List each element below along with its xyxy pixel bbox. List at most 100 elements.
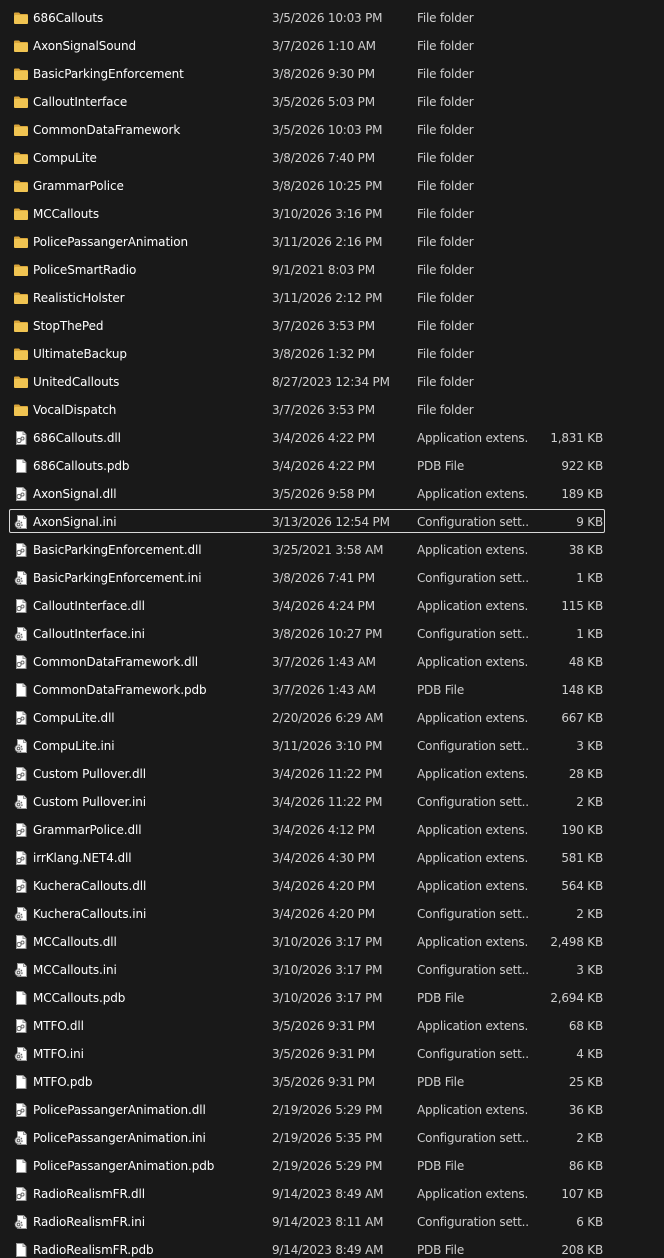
file-date-modified: 3/8/2026 10:27 PM [272, 627, 383, 641]
file-type: Application extens... [417, 543, 529, 557]
file-row-686callouts-pdb[interactable]: 686Callouts.pdb 3/4/2026 4:22 PM PDB File 9… [0, 452, 664, 480]
file-size: 564 KB [561, 879, 603, 893]
file-row-policepassangeranimation[interactable]: PolicePassangerAnimation 3/11/2026 2:16 P… [0, 228, 664, 256]
file-name: AxonSignal.dll [33, 487, 117, 501]
file-name: MCCallouts.pdb [33, 991, 126, 1005]
file-type: Configuration sett... [417, 515, 529, 529]
file-row-kucheracallouts-ini[interactable]: KucheraCallouts.ini 3/4/2026 4:20 PM Confi… [0, 900, 664, 928]
folder-icon [13, 94, 29, 110]
file-row-axonsignalsound[interactable]: AxonSignalSound 3/7/2026 1:10 AM File fold… [0, 32, 664, 60]
file-row-commondataframework-pdb[interactable]: CommonDataFramework.pdb 3/7/2026 1:43 AM P… [0, 676, 664, 704]
blank-file-icon [13, 458, 29, 474]
file-row-686callouts-dll[interactable]: 686Callouts.dll 3/4/2026 4:22 PM Applicati… [0, 424, 664, 452]
file-row-calloutinterface-ini[interactable]: CalloutInterface.ini 3/8/2026 10:27 PM Con… [0, 620, 664, 648]
file-date-modified: 3/4/2026 4:12 PM [272, 823, 375, 837]
file-name: BasicParkingEnforcement [33, 67, 184, 81]
file-date-modified: 9/14/2023 8:49 AM [272, 1187, 384, 1201]
file-row-calloutinterface[interactable]: CalloutInterface 3/5/2026 5:03 PM File fol… [0, 88, 664, 116]
file-row-radiorealismfr-ini[interactable]: RadioRealismFR.ini 9/14/2023 8:11 AM Confi… [0, 1208, 664, 1236]
file-name: CommonDataFramework.dll [33, 655, 198, 669]
file-row-custom-pullover-ini[interactable]: Custom Pullover.ini 3/4/2026 11:22 PM Conf… [0, 788, 664, 816]
file-type: Application extens... [417, 1019, 529, 1033]
file-row-686callouts[interactable]: 686Callouts 3/5/2026 10:03 PM File folder [0, 4, 664, 32]
file-row-calloutinterface-dll[interactable]: CalloutInterface.dll 3/4/2026 4:24 PM Appl… [0, 592, 664, 620]
dll-file-icon [13, 654, 29, 670]
file-size: 1 KB [576, 571, 603, 585]
file-row-vocaldispatch[interactable]: VocalDispatch 3/7/2026 3:53 PM File folder [0, 396, 664, 424]
folder-icon [13, 374, 29, 390]
file-row-radiorealismfr-dll[interactable]: RadioRealismFR.dll 9/14/2023 8:49 AM Appli… [0, 1180, 664, 1208]
file-name: CompuLite [33, 151, 97, 165]
file-row-commondataframework-dll[interactable]: CommonDataFramework.dll 3/7/2026 1:43 AM A… [0, 648, 664, 676]
config-file-icon [13, 570, 29, 586]
file-type: File folder [417, 39, 474, 53]
file-row-basicparkingenforcement-dll[interactable]: BasicParkingEnforcement.dll 3/25/2021 3:5… [0, 536, 664, 564]
folder-icon [13, 150, 29, 166]
file-row-compulite[interactable]: CompuLite 3/8/2026 7:40 PM File folder [0, 144, 664, 172]
file-row-mtfo-pdb[interactable]: MTFO.pdb 3/5/2026 9:31 PM PDB File 25 KB [0, 1068, 664, 1096]
file-row-commondataframework[interactable]: CommonDataFramework 3/5/2026 10:03 PM File… [0, 116, 664, 144]
file-date-modified: 3/10/2026 3:17 PM [272, 963, 383, 977]
file-date-modified: 3/10/2026 3:17 PM [272, 935, 383, 949]
file-row-compulite-dll[interactable]: CompuLite.dll 2/20/2026 6:29 AM Applicatio… [0, 704, 664, 732]
file-type: File folder [417, 403, 474, 417]
file-type: Application extens... [417, 767, 529, 781]
file-row-unitedcallouts[interactable]: UnitedCallouts 8/27/2023 12:34 PM File fol… [0, 368, 664, 396]
file-name: PolicePassangerAnimation.pdb [33, 1159, 215, 1173]
file-row-policesmartradio[interactable]: PoliceSmartRadio 9/1/2021 8:03 PM File fol… [0, 256, 664, 284]
file-date-modified: 3/5/2026 5:03 PM [272, 95, 375, 109]
file-row-irrklang-net4-dll[interactable]: irrKlang.NET4.dll 3/4/2026 4:30 PM Applica… [0, 844, 664, 872]
file-row-mccallouts-ini[interactable]: MCCallouts.ini 3/10/2026 3:17 PM Configura… [0, 956, 664, 984]
file-row-mccallouts-pdb[interactable]: MCCallouts.pdb 3/10/2026 3:17 PM PDB File 2… [0, 984, 664, 1012]
file-row-policepassangeranimation-dll[interactable]: PolicePassangerAnimation.dll 2/19/2026 5:… [0, 1096, 664, 1124]
file-type: File folder [417, 207, 474, 221]
file-type: Configuration sett... [417, 627, 529, 641]
file-row-axonsignal-dll[interactable]: AxonSignal.dll 3/5/2026 9:58 PM Applicatio… [0, 480, 664, 508]
dll-file-icon [13, 1186, 29, 1202]
config-file-icon [13, 1130, 29, 1146]
file-name: MTFO.dll [33, 1019, 84, 1033]
file-date-modified: 3/4/2026 11:22 PM [272, 795, 383, 809]
file-row-realisticholster[interactable]: RealisticHolster 3/11/2026 2:12 PM File fo… [0, 284, 664, 312]
file-date-modified: 2/19/2026 5:29 PM [272, 1103, 383, 1117]
file-date-modified: 3/13/2026 12:54 PM [272, 515, 390, 529]
file-name: KucheraCallouts.dll [33, 879, 147, 893]
file-name: MCCallouts.dll [33, 935, 117, 949]
file-row-mtfo-dll[interactable]: MTFO.dll 3/5/2026 9:31 PM Application exte… [0, 1012, 664, 1040]
dll-file-icon [13, 934, 29, 950]
dll-file-icon [13, 1018, 29, 1034]
file-type: Configuration sett... [417, 963, 529, 977]
config-file-icon [13, 906, 29, 922]
file-type: PDB File [417, 1243, 465, 1257]
file-size: 38 KB [568, 543, 603, 557]
file-row-basicparkingenforcement-ini[interactable]: BasicParkingEnforcement.ini 3/8/2026 7:41… [0, 564, 664, 592]
folder-icon [13, 346, 29, 362]
blank-file-icon [13, 1074, 29, 1090]
dll-file-icon [13, 766, 29, 782]
file-row-stoptheped[interactable]: StopThePed 3/7/2026 3:53 PM File folder [0, 312, 664, 340]
file-row-radiorealismfr-pdb[interactable]: RadioRealismFR.pdb 9/14/2023 8:49 AM PDB F… [0, 1236, 664, 1258]
file-row-grammarpolice-dll[interactable]: GrammarPolice.dll 3/4/2026 4:12 PM Applica… [0, 816, 664, 844]
file-type: File folder [417, 11, 474, 25]
file-type: File folder [417, 319, 474, 333]
file-row-mtfo-ini[interactable]: MTFO.ini 3/5/2026 9:31 PM Configuration se… [0, 1040, 664, 1068]
file-row-ultimatebackup[interactable]: UltimateBackup 3/8/2026 1:32 PM File folde… [0, 340, 664, 368]
file-row-grammarpolice[interactable]: GrammarPolice 3/8/2026 10:25 PM File folde… [0, 172, 664, 200]
dll-file-icon [13, 598, 29, 614]
file-row-mccallouts-dll[interactable]: MCCallouts.dll 3/10/2026 3:17 PM Applicati… [0, 928, 664, 956]
file-row-mccallouts[interactable]: MCCallouts 3/10/2026 3:16 PM File folder [0, 200, 664, 228]
blank-file-icon [13, 1242, 29, 1258]
file-row-compulite-ini[interactable]: CompuLite.ini 3/11/2026 3:10 PM Configurat… [0, 732, 664, 760]
file-row-axonsignal-ini[interactable]: AxonSignal.ini 3/13/2026 12:54 PM Configur… [0, 508, 664, 536]
file-size: 922 KB [561, 459, 603, 473]
file-name: StopThePed [33, 319, 104, 333]
config-file-icon [13, 962, 29, 978]
file-row-kucheracallouts-dll[interactable]: KucheraCallouts.dll 3/4/2026 4:20 PM Appli… [0, 872, 664, 900]
file-name: Custom Pullover.ini [33, 795, 146, 809]
file-row-policepassangeranimation-pdb[interactable]: PolicePassangerAnimation.pdb 2/19/2026 5:… [0, 1152, 664, 1180]
file-name: GrammarPolice [33, 179, 124, 193]
file-row-policepassangeranimation-ini[interactable]: PolicePassangerAnimation.ini 2/19/2026 5:… [0, 1124, 664, 1152]
file-row-basicparkingenforcement[interactable]: BasicParkingEnforcement 3/8/2026 9:30 PM F… [0, 60, 664, 88]
file-row-custom-pullover-dll[interactable]: Custom Pullover.dll 3/4/2026 11:22 PM Appl… [0, 760, 664, 788]
file-size: 3 KB [576, 739, 603, 753]
